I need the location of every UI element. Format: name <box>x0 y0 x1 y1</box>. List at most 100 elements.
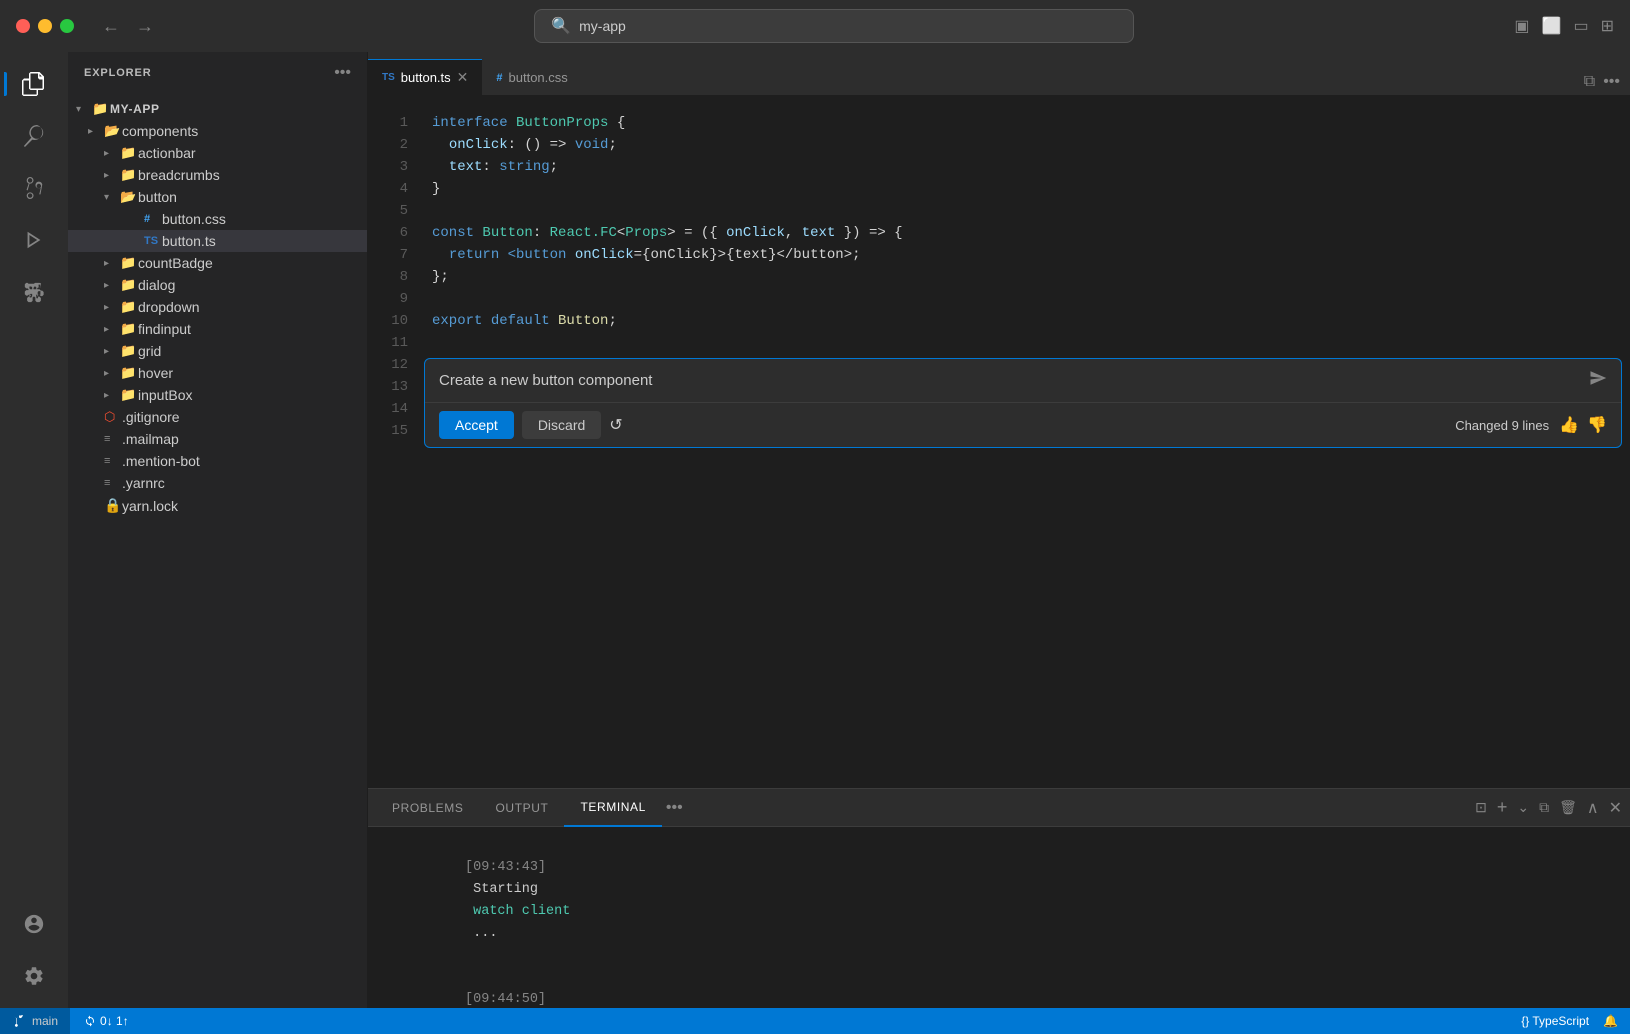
arrow-hover: ▸ <box>104 368 120 379</box>
tree-item-dialog[interactable]: ▸ 📁 dialog <box>68 274 367 296</box>
ai-send-button[interactable] <box>1589 369 1607 392</box>
customize-layout-icon[interactable]: ⊞ <box>1601 16 1614 36</box>
delete-terminal-icon[interactable]: 🗑 <box>1559 799 1577 816</box>
tree-item-grid[interactable]: ▸ 📁 grid <box>68 340 367 362</box>
more-actions-icon[interactable]: ••• <box>1603 73 1620 91</box>
editor-content: 1 2 3 4 5 6 7 8 9 10 11 12 13 14 15 inte… <box>368 96 1630 788</box>
tree-item-button-css[interactable]: # button.css <box>68 208 367 230</box>
ai-prompt-input[interactable] <box>439 372 1579 389</box>
maximize-panel-icon[interactable]: ∧ <box>1587 798 1599 818</box>
status-typescript[interactable]: {} TypeScript <box>1521 1014 1589 1028</box>
tree-item-findinput[interactable]: ▸ 📁 findinput <box>68 318 367 340</box>
line-num-6: 6 <box>368 222 408 244</box>
accept-button[interactable]: Accept <box>439 411 514 439</box>
account-icon[interactable] <box>10 900 58 948</box>
tab-close-button-ts[interactable]: ✕ <box>457 69 469 86</box>
tree-item-button[interactable]: ▾ 📂 button <box>68 186 367 208</box>
search-bar[interactable]: 🔍 my-app <box>534 9 1134 43</box>
tree-item-mentionbot[interactable]: ≡ .mention-bot <box>68 450 367 472</box>
arrow-button: ▾ <box>104 192 120 203</box>
tree-item-gitignore[interactable]: ⬡ .gitignore <box>68 406 367 428</box>
arrow-components: ▸ <box>88 126 104 137</box>
tab-output[interactable]: OUTPUT <box>480 789 565 827</box>
search-icon: 🔍 <box>551 16 571 36</box>
tree-item-yarnrc[interactable]: ≡ .yarnrc <box>68 472 367 494</box>
arrow-dialog: ▸ <box>104 280 120 291</box>
tree-item-inputbox[interactable]: ▸ 📁 inputBox <box>68 384 367 406</box>
files-icon <box>22 72 46 96</box>
panel-layout-icon[interactable]: ▭ <box>1573 16 1588 36</box>
thumbs-up-icon[interactable]: 👍 <box>1559 415 1579 435</box>
close-panel-icon[interactable]: ✕ <box>1609 798 1622 818</box>
split-editor-icon[interactable]: ⧉ <box>1584 73 1595 91</box>
maximize-button[interactable] <box>60 19 74 33</box>
run-icon <box>23 229 45 251</box>
ai-input-row <box>425 359 1621 402</box>
sidebar-item-source-control[interactable] <box>10 164 58 212</box>
discard-button[interactable]: Discard <box>522 411 601 439</box>
editor-layout-icon[interactable]: ⬜ <box>1542 16 1562 36</box>
tree-item-mailmap[interactable]: ≡ .mailmap <box>68 428 367 450</box>
ai-input-overlay: Accept Discard ↺ Changed 9 lines 👍 👎 <box>424 358 1622 448</box>
line-num-4: 4 <box>368 178 408 200</box>
sidebar-title: EXPLORER <box>84 67 152 79</box>
line-num-3: 3 <box>368 156 408 178</box>
back-button[interactable]: ← <box>102 16 120 37</box>
tree-item-yarnlock[interactable]: 🔒 yarn.lock <box>68 494 367 517</box>
terminal-split-icon[interactable]: ⌄ <box>1517 799 1529 816</box>
thumbs-down-icon[interactable]: 👎 <box>1587 415 1607 435</box>
tree-item-actionbar[interactable]: ▸ 📁 actionbar <box>68 142 367 164</box>
code-line-6: const Button: React.FC<Props> = ({ onCli… <box>424 222 1630 244</box>
tab-button-css[interactable]: # button.css <box>482 59 581 95</box>
tab-problems[interactable]: PROBLEMS <box>376 789 480 827</box>
changed-lines-info: Changed 9 lines 👍 👎 <box>1455 415 1607 435</box>
tree-item-button-ts[interactable]: TS button.ts <box>68 230 367 252</box>
activity-bar <box>0 52 68 1008</box>
arrow-actionbar: ▸ <box>104 148 120 159</box>
activity-bottom <box>10 900 58 1000</box>
settings-icon[interactable] <box>10 952 58 1000</box>
label-hover: hover <box>138 365 367 381</box>
forward-button[interactable]: → <box>136 16 154 37</box>
tree-item-components[interactable]: ▸ 📂 components <box>68 120 367 142</box>
sidebar-item-run[interactable] <box>10 216 58 264</box>
tree-item-breadcrumbs[interactable]: ▸ 📁 breadcrumbs <box>68 164 367 186</box>
sidebar-more-button[interactable]: ••• <box>334 64 351 82</box>
ai-actions-row: Accept Discard ↺ Changed 9 lines 👍 👎 <box>425 402 1621 447</box>
tab-label-button-ts: button.ts <box>401 70 451 85</box>
minimize-button[interactable] <box>38 19 52 33</box>
folder-icon: 📁 <box>92 101 110 117</box>
tab-terminal[interactable]: TERMINAL <box>564 789 661 827</box>
editor-panel-layout-icon[interactable]: ⧉ <box>1539 799 1549 816</box>
status-sync[interactable]: 0↓ 1↑ <box>84 1014 129 1028</box>
line-num-12: 12 <box>368 354 408 376</box>
status-notifications[interactable]: 🔔 <box>1603 1014 1618 1028</box>
main-layout: EXPLORER ••• ▾ 📁 MY-APP ▸ 📂 components ▸… <box>0 52 1630 1008</box>
label-yarnrc: .yarnrc <box>122 475 367 491</box>
folder-actionbar-icon: 📁 <box>120 145 138 161</box>
tree-root-myapp[interactable]: ▾ 📁 MY-APP <box>68 98 367 120</box>
search-text: my-app <box>579 18 626 34</box>
status-right: {} TypeScript 🔔 <box>1521 1014 1618 1028</box>
tree-item-dropdown[interactable]: ▸ 📁 dropdown <box>68 296 367 318</box>
sidebar-item-explorer[interactable] <box>10 60 58 108</box>
panel-more-button[interactable]: ••• <box>666 799 683 817</box>
tree-item-hover[interactable]: ▸ 📁 hover <box>68 362 367 384</box>
terminal-icon[interactable]: ⊡ <box>1475 799 1487 816</box>
window-controls: ← → <box>16 16 154 37</box>
line-numbers: 1 2 3 4 5 6 7 8 9 10 11 12 13 14 15 <box>368 96 424 788</box>
sidebar-toggle-icon[interactable]: ▣ <box>1514 16 1529 36</box>
label-actionbar: actionbar <box>138 145 367 161</box>
label-mailmap: .mailmap <box>122 431 367 447</box>
status-branch-section[interactable]: main <box>0 1008 70 1034</box>
refresh-button[interactable]: ↺ <box>609 415 622 435</box>
tree-item-countbadge[interactable]: ▸ 📁 countBadge <box>68 252 367 274</box>
tab-button-ts[interactable]: TS button.ts ✕ <box>368 59 482 95</box>
code-line-4: } <box>424 178 1630 200</box>
close-button[interactable] <box>16 19 30 33</box>
folder-dropdown-icon: 📁 <box>120 299 138 315</box>
sidebar-item-search[interactable] <box>10 112 58 160</box>
new-terminal-icon[interactable]: + <box>1497 797 1508 818</box>
sidebar-item-extensions[interactable] <box>10 268 58 316</box>
label-countbadge: countBadge <box>138 255 367 271</box>
